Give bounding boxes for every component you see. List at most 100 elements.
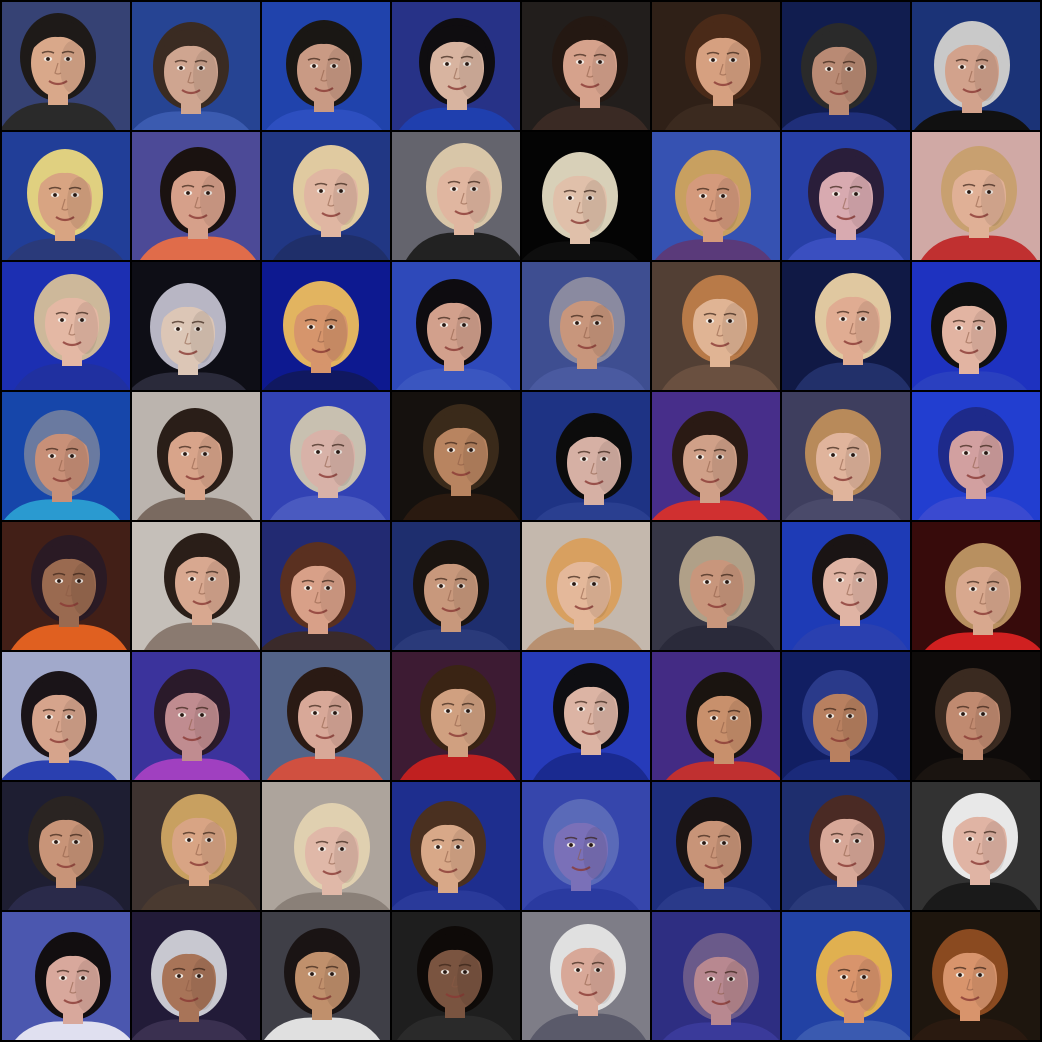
face-portrait-tile <box>652 652 780 780</box>
face-portrait-tile <box>782 782 910 910</box>
face-portrait-tile <box>522 652 650 780</box>
face-portrait <box>652 2 780 130</box>
face-portrait-tile <box>262 392 390 520</box>
face-portrait-tile <box>392 912 520 1040</box>
face-portrait-tile <box>132 782 260 910</box>
face-portrait <box>2 262 130 390</box>
face-portrait-tile <box>652 392 780 520</box>
face-portrait-tile <box>392 2 520 130</box>
face-portrait-tile <box>392 392 520 520</box>
face-portrait-tile <box>652 262 780 390</box>
face-portrait-tile <box>782 2 910 130</box>
face-portrait-tile <box>2 522 130 650</box>
face-portrait <box>132 522 260 650</box>
face-portrait <box>912 132 1040 260</box>
face-portrait <box>522 132 650 260</box>
face-portrait-tile <box>262 2 390 130</box>
face-portrait <box>2 132 130 260</box>
face-portrait <box>132 782 260 910</box>
face-portrait-tile <box>262 522 390 650</box>
face-portrait-tile <box>132 392 260 520</box>
face-portrait-tile <box>262 782 390 910</box>
face-portrait-tile <box>782 522 910 650</box>
face-portrait <box>392 652 520 780</box>
face-portrait-tile <box>912 132 1040 260</box>
face-portrait <box>522 2 650 130</box>
face-portrait-tile <box>782 132 910 260</box>
face-portrait-tile <box>652 782 780 910</box>
face-portrait <box>912 522 1040 650</box>
face-portrait-tile <box>132 522 260 650</box>
face-portrait <box>2 652 130 780</box>
face-portrait <box>652 522 780 650</box>
face-portrait <box>132 652 260 780</box>
face-portrait <box>912 912 1040 1040</box>
face-portrait-tile <box>262 652 390 780</box>
face-portrait-tile <box>912 652 1040 780</box>
face-portrait <box>652 392 780 520</box>
face-portrait-tile <box>262 262 390 390</box>
face-portrait <box>2 522 130 650</box>
face-portrait <box>782 912 910 1040</box>
face-portrait-tile <box>912 262 1040 390</box>
face-portrait <box>522 782 650 910</box>
face-portrait <box>392 2 520 130</box>
face-portrait-tile <box>912 392 1040 520</box>
face-portrait <box>912 262 1040 390</box>
face-portrait <box>782 392 910 520</box>
face-portrait <box>262 912 390 1040</box>
face-portrait-tile <box>2 392 130 520</box>
face-portrait-tile <box>2 132 130 260</box>
face-portrait-tile <box>2 912 130 1040</box>
face-portrait-tile <box>522 782 650 910</box>
face-portrait-tile <box>392 132 520 260</box>
face-portrait-tile <box>2 782 130 910</box>
face-portrait-tile <box>782 912 910 1040</box>
face-portrait <box>132 912 260 1040</box>
face-portrait <box>262 522 390 650</box>
face-portrait <box>652 262 780 390</box>
face-portrait-tile <box>2 2 130 130</box>
face-portrait <box>392 262 520 390</box>
face-portrait <box>392 782 520 910</box>
face-portrait-tile <box>912 2 1040 130</box>
face-portrait <box>652 132 780 260</box>
face-portrait <box>2 912 130 1040</box>
face-portrait-tile <box>2 652 130 780</box>
face-portrait <box>262 132 390 260</box>
face-image-grid <box>0 0 1042 1042</box>
face-portrait-tile <box>522 132 650 260</box>
face-portrait <box>782 522 910 650</box>
face-portrait <box>522 262 650 390</box>
face-portrait-tile <box>132 262 260 390</box>
face-portrait <box>782 132 910 260</box>
face-portrait <box>132 132 260 260</box>
face-portrait-tile <box>782 262 910 390</box>
face-portrait <box>522 912 650 1040</box>
face-portrait <box>262 392 390 520</box>
face-portrait-tile <box>2 262 130 390</box>
face-portrait <box>132 392 260 520</box>
face-portrait <box>2 782 130 910</box>
face-portrait-tile <box>522 2 650 130</box>
face-portrait-tile <box>522 522 650 650</box>
face-portrait-tile <box>132 2 260 130</box>
face-portrait-tile <box>782 652 910 780</box>
face-portrait-tile <box>912 912 1040 1040</box>
face-portrait-tile <box>262 132 390 260</box>
face-portrait <box>912 782 1040 910</box>
face-portrait <box>262 652 390 780</box>
face-portrait-tile <box>522 912 650 1040</box>
face-portrait <box>912 652 1040 780</box>
face-portrait-tile <box>652 2 780 130</box>
face-portrait-tile <box>262 912 390 1040</box>
face-portrait <box>782 782 910 910</box>
face-portrait-tile <box>132 132 260 260</box>
face-portrait-tile <box>132 652 260 780</box>
face-portrait <box>782 652 910 780</box>
face-portrait <box>782 262 910 390</box>
face-portrait-tile <box>132 912 260 1040</box>
face-portrait-tile <box>522 392 650 520</box>
face-portrait <box>522 652 650 780</box>
face-portrait <box>522 522 650 650</box>
